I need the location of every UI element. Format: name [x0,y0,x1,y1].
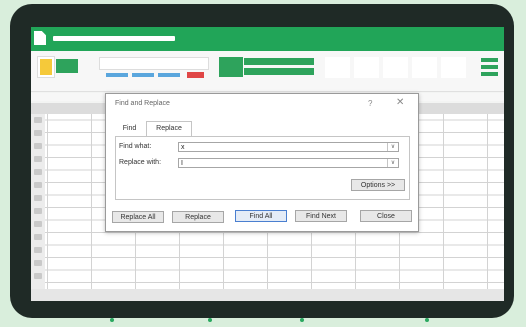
row-header-cell[interactable] [34,208,42,214]
chevron-down-icon[interactable]: ∨ [387,143,398,151]
replace-with-label: Replace with: [119,159,162,166]
find-replace-dialog: Find and Replace ? ✕ Find Replace Find w… [105,93,419,232]
format-red-swatch[interactable] [187,72,204,78]
row-header-cell[interactable] [34,143,42,149]
replace-all-button[interactable]: Replace All [112,211,164,223]
options-button[interactable]: Options >> [351,179,405,191]
row-header-cell[interactable] [34,130,42,136]
row-header-cell[interactable] [34,117,42,123]
number-format-bar-2[interactable] [244,68,314,75]
number-format-bar-1[interactable] [244,58,314,65]
replace-with-value: I [181,160,183,167]
ribbon-toolbar [31,51,504,92]
find-all-button[interactable]: Find All [235,210,287,222]
ribbon-button-5[interactable] [441,57,466,78]
close-icon[interactable]: ✕ [396,97,404,108]
status-bar [31,289,504,301]
find-next-button[interactable]: Find Next [295,210,347,222]
ribbon-button-1[interactable] [325,57,350,78]
menu-icon-line-2[interactable] [481,65,498,69]
carousel-dot [425,318,429,322]
help-icon[interactable]: ? [368,99,372,108]
replace-button[interactable]: Replace [172,211,224,223]
row-headers[interactable] [31,114,45,289]
row-header-cell[interactable] [34,234,42,240]
row-header-cell[interactable] [34,247,42,253]
row-header-cell[interactable] [34,195,42,201]
format-blue-bar-3[interactable] [158,73,180,77]
chevron-down-icon[interactable]: ∨ [387,159,398,167]
paste-icon[interactable] [38,57,54,77]
ribbon-button-2[interactable] [354,57,379,78]
clipboard-group-icon[interactable] [56,59,78,73]
font-box[interactable] [99,57,209,70]
window-title-placeholder [53,36,175,41]
row-header-cell[interactable] [34,169,42,175]
find-what-input[interactable]: x ∨ [178,142,399,152]
row-header-cell[interactable] [34,221,42,227]
row-header-cell[interactable] [34,182,42,188]
tab-find[interactable]: Find [116,122,143,136]
title-bar [31,27,504,51]
replace-with-input[interactable]: I ∨ [178,158,399,168]
format-blue-bar-1[interactable] [106,73,128,77]
carousel-dot [208,318,212,322]
spreadsheet-app-icon [34,31,46,45]
alignment-group-icon[interactable] [219,57,243,77]
format-blue-bar-2[interactable] [132,73,154,77]
tab-replace[interactable]: Replace [146,121,192,137]
find-what-label: Find what: [119,143,152,150]
ribbon-button-3[interactable] [383,57,408,78]
ribbon-button-4[interactable] [412,57,437,78]
row-header-cell[interactable] [34,260,42,266]
carousel-dot [300,318,304,322]
menu-icon-line-3[interactable] [481,72,498,76]
dialog-title: Find and Replace [115,100,170,107]
replace-tab-panel: Find what: x ∨ Replace with: I ∨ Options… [115,136,410,200]
row-header-cell[interactable] [34,273,42,279]
row-header-cell[interactable] [34,156,42,162]
find-what-value: x [181,144,185,151]
close-button[interactable]: Close [360,210,412,222]
carousel-dot [110,318,114,322]
menu-icon-line-1[interactable] [481,58,498,62]
